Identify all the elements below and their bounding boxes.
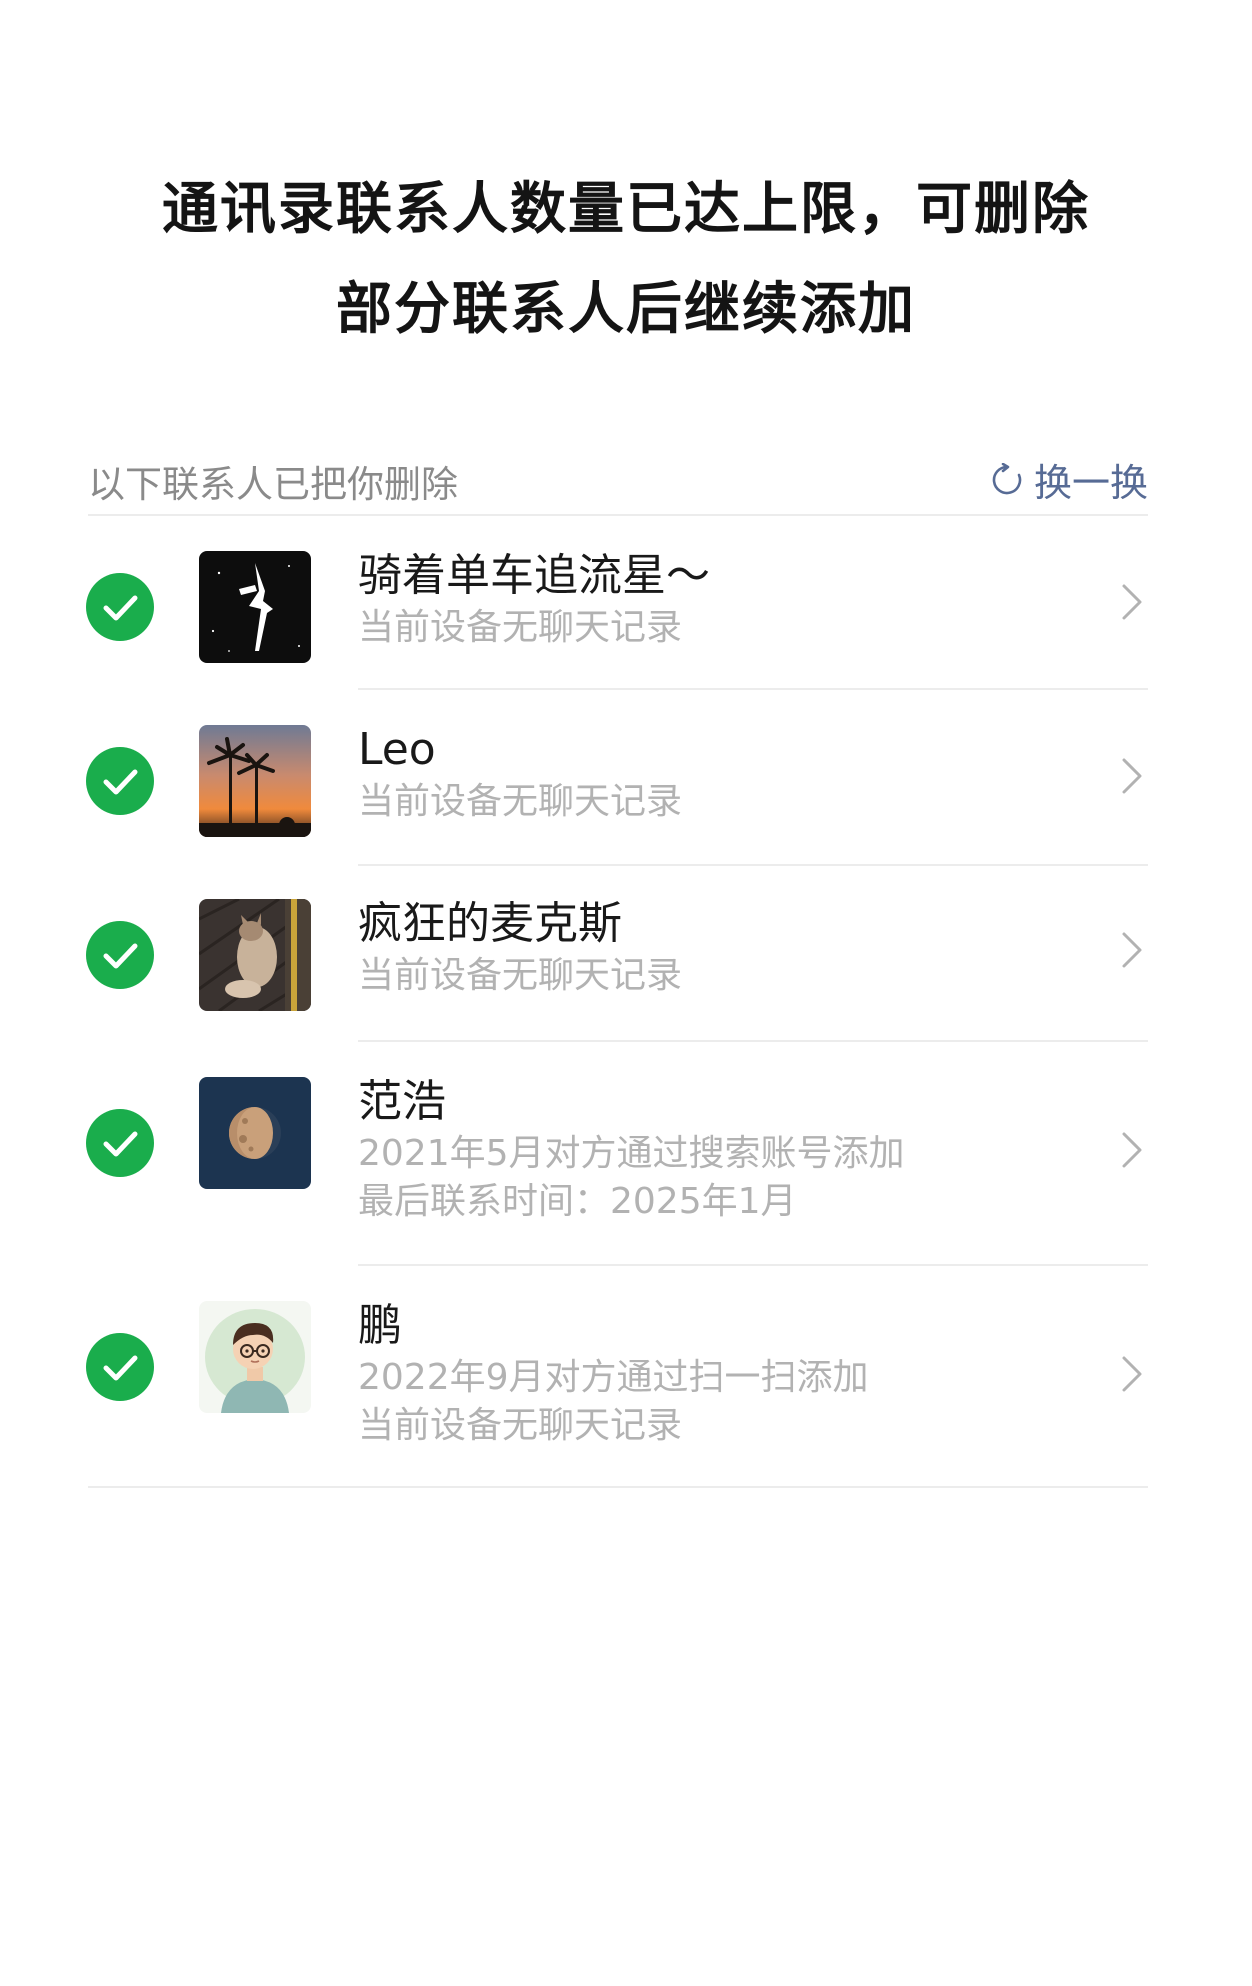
chevron-right-icon bbox=[1122, 1356, 1142, 1392]
contact-name: 范浩 bbox=[358, 1076, 446, 1127]
refresh-icon bbox=[990, 462, 1024, 497]
contact-name: 疯狂的麦克斯 bbox=[358, 898, 622, 949]
cat-on-pavement-avatar bbox=[199, 899, 311, 1011]
contact-list: 骑着单车追流星～ 当前设备无聊天记录 Leo 当前设备无聊天记录 疯狂的麦克斯 … bbox=[0, 514, 1252, 1488]
palm-trees-sunset-avatar bbox=[199, 725, 311, 837]
contact-detail: 当前设备无聊天记录 bbox=[358, 607, 683, 648]
checkmark-icon bbox=[103, 1355, 138, 1381]
contact-text: Leo 当前设备无聊天记录 bbox=[358, 722, 682, 826]
contact-detail: 2021年5月对方通过搜索账号添加 bbox=[358, 1133, 905, 1174]
cartoon-boy-glasses-avatar bbox=[199, 1301, 311, 1413]
contact-name: 鹏 bbox=[358, 1300, 402, 1351]
divider bbox=[88, 1486, 1148, 1488]
avatar[interactable] bbox=[199, 1077, 311, 1189]
page-title-line-2: 部分联系人后继续添加 bbox=[336, 277, 916, 342]
avatar[interactable] bbox=[199, 725, 311, 837]
checkbox-checked[interactable] bbox=[86, 1109, 154, 1177]
avatar[interactable] bbox=[199, 899, 311, 1011]
page: 通讯录联系人数量已达上限，可删除 部分联系人后继续添加 以下联系人已把你删除 换… bbox=[0, 0, 1252, 1986]
list-item[interactable]: 范浩 2021年5月对方通过搜索账号添加 最后联系时间：2025年1月 bbox=[0, 1042, 1252, 1266]
checkmark-icon bbox=[103, 1131, 138, 1157]
avatar[interactable] bbox=[199, 1301, 311, 1413]
chevron-right-icon bbox=[1122, 758, 1142, 794]
refresh-button[interactable]: 换一换 bbox=[990, 452, 1148, 507]
contact-detail: 当前设备无聊天记录 bbox=[358, 955, 683, 996]
refresh-label: 换一换 bbox=[1033, 461, 1148, 505]
list-item[interactable]: 骑着单车追流星～ 当前设备无聊天记录 bbox=[0, 514, 1252, 690]
sailor-moon-silhouette-avatar bbox=[199, 551, 311, 663]
section-header: 以下联系人已把你删除 换一换 bbox=[88, 448, 1148, 516]
checkbox-checked[interactable] bbox=[86, 573, 154, 641]
avatar[interactable] bbox=[199, 551, 311, 663]
list-item[interactable]: 疯狂的麦克斯 当前设备无聊天记录 bbox=[0, 866, 1252, 1042]
checkmark-icon bbox=[103, 769, 138, 795]
checkbox-checked[interactable] bbox=[86, 1333, 154, 1401]
moon-avatar bbox=[199, 1077, 311, 1189]
contact-name: 骑着单车追流星～ bbox=[358, 550, 710, 601]
checkbox-checked[interactable] bbox=[86, 747, 154, 815]
contact-text: 范浩 2021年5月对方通过搜索账号添加 最后联系时间：2025年1月 bbox=[358, 1074, 905, 1226]
checkbox-checked[interactable] bbox=[86, 921, 154, 989]
checkmark-icon bbox=[103, 943, 138, 969]
page-title-line-1: 通讯录联系人数量已达上限，可删除 bbox=[162, 177, 1090, 242]
contact-detail: 最后联系时间：2025年1月 bbox=[358, 1181, 797, 1222]
chevron-right-icon bbox=[1122, 932, 1142, 968]
section-title: 以下联系人已把你删除 bbox=[88, 463, 458, 506]
contact-text: 鹏 2022年9月对方通过扫一扫添加 当前设备无聊天记录 bbox=[358, 1298, 869, 1450]
contact-detail: 当前设备无聊天记录 bbox=[358, 781, 683, 822]
list-item[interactable]: 鹏 2022年9月对方通过扫一扫添加 当前设备无聊天记录 bbox=[0, 1266, 1252, 1488]
page-title: 通讯录联系人数量已达上限，可删除 部分联系人后继续添加 bbox=[0, 160, 1252, 360]
contact-text: 骑着单车追流星～ 当前设备无聊天记录 bbox=[358, 548, 710, 652]
contact-detail: 当前设备无聊天记录 bbox=[358, 1405, 683, 1446]
contact-name: Leo bbox=[358, 724, 436, 775]
checkmark-icon bbox=[103, 595, 138, 621]
list-item[interactable]: Leo 当前设备无聊天记录 bbox=[0, 690, 1252, 866]
contact-detail: 2022年9月对方通过扫一扫添加 bbox=[358, 1357, 869, 1398]
chevron-right-icon bbox=[1122, 1132, 1142, 1168]
contact-text: 疯狂的麦克斯 当前设备无聊天记录 bbox=[358, 896, 682, 1000]
chevron-right-icon bbox=[1122, 584, 1142, 620]
